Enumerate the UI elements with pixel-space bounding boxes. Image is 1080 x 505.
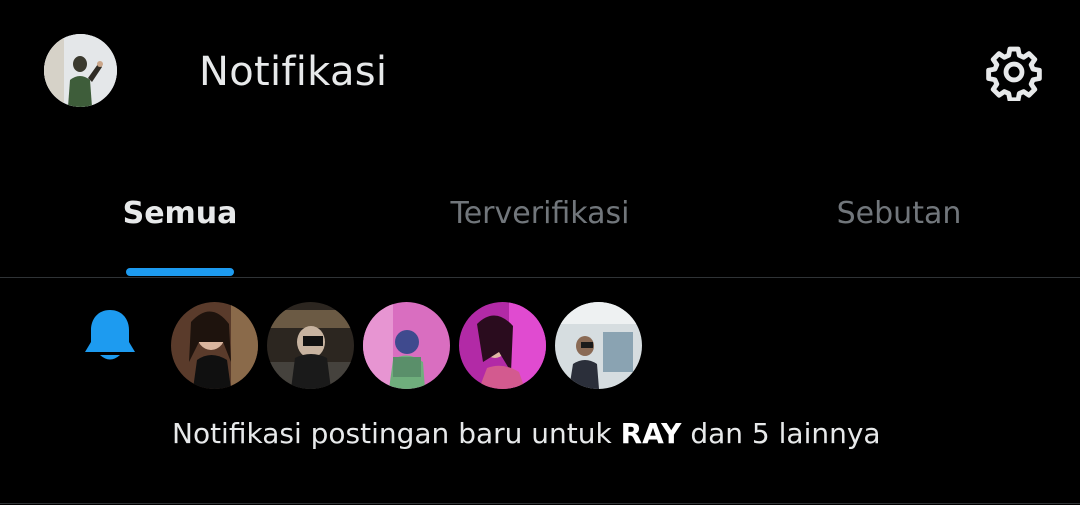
item-divider — [0, 503, 1080, 504]
avatar-2[interactable] — [267, 302, 354, 389]
avatar-3[interactable] — [363, 302, 450, 389]
bell-icon — [82, 306, 138, 364]
notification-bold-name: RAY — [620, 417, 682, 450]
avatar-4[interactable] — [459, 302, 546, 389]
page-title: Notifikasi — [199, 49, 388, 95]
tab-divider — [0, 277, 1080, 278]
notification-text-prefix: Notifikasi postingan baru untuk — [172, 417, 621, 450]
tab-terverifikasi[interactable]: Terverifikasi — [451, 196, 630, 231]
tab-bar: Semua Terverifikasi Sebutan — [0, 178, 1080, 278]
notification-text-suffix: dan 5 lainnya — [681, 417, 881, 450]
tab-sebutan[interactable]: Sebutan — [837, 196, 962, 231]
tab-semua[interactable]: Semua — [123, 196, 238, 231]
active-tab-indicator — [126, 268, 234, 276]
avatar-5[interactable] — [555, 302, 642, 389]
profile-avatar[interactable] — [44, 34, 117, 107]
gear-icon — [986, 46, 1042, 101]
notification-text[interactable]: Notifikasi postingan baru untuk RAY dan … — [172, 417, 881, 450]
avatar-1[interactable] — [171, 302, 258, 389]
settings-button[interactable] — [984, 42, 1044, 102]
